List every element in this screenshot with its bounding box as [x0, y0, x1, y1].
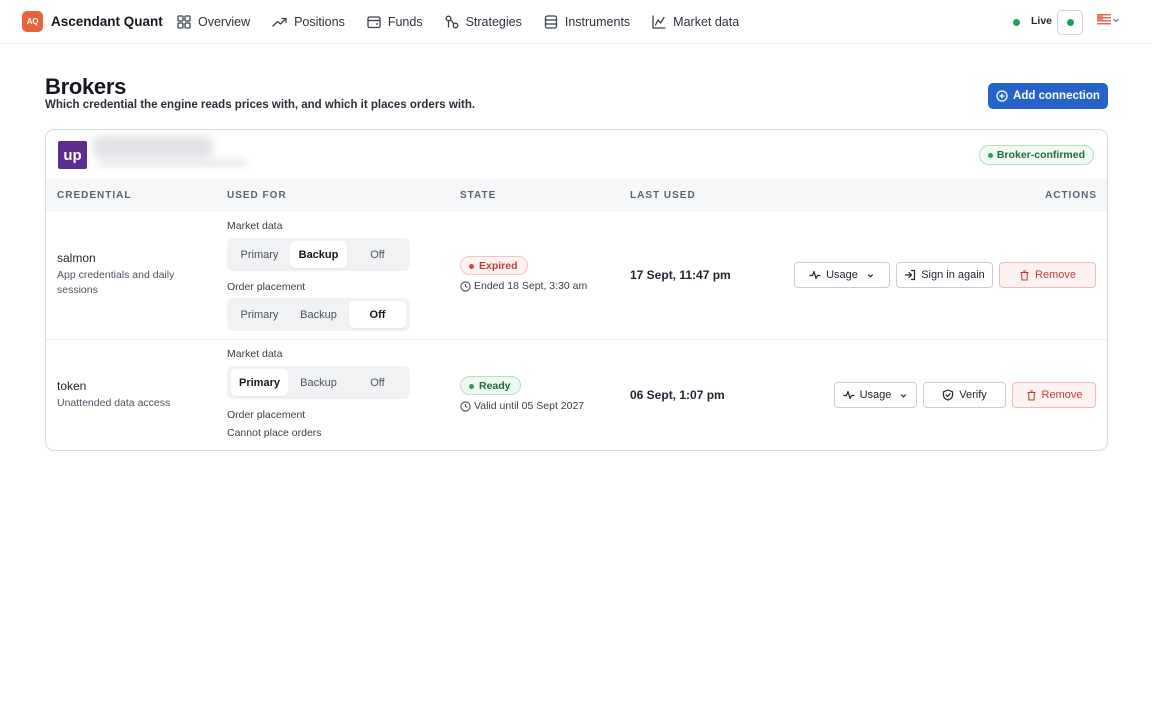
nav-item-label: Market data	[673, 15, 740, 29]
column-header-state: STATE	[460, 190, 497, 201]
market-data-selector: Primary Backup Off	[227, 238, 410, 271]
market-data-label: Market data	[227, 220, 283, 232]
trend-icon	[272, 17, 287, 27]
chart-icon	[652, 15, 666, 29]
nav-item-label: Positions	[294, 15, 345, 29]
sign-in-again-label: Sign in again	[921, 269, 985, 281]
add-connection-label: Add connection	[1013, 90, 1100, 102]
nav-item-label: Strategies	[465, 15, 522, 29]
broker-name-redacted	[93, 136, 213, 158]
market-data-label: Market data	[227, 348, 283, 360]
table-header: CREDENTIAL USED FOR STATE LAST USED ACTI…	[46, 178, 1107, 212]
broker-detail-redacted	[98, 158, 248, 168]
shield-check-icon	[943, 389, 954, 401]
sign-in-again-button[interactable]: Sign in again	[896, 262, 993, 288]
chevron-down-icon	[901, 393, 907, 398]
clock-icon	[460, 400, 471, 412]
nav-item-strategies[interactable]: Strategies	[445, 12, 522, 32]
broker-logo: up	[58, 141, 87, 169]
option-off[interactable]: Off	[349, 301, 406, 328]
option-backup[interactable]: Backup	[290, 369, 347, 396]
column-header-credential: CREDENTIAL	[57, 190, 132, 201]
last-used-value: 17 Sept, 11:47 pm	[630, 268, 731, 282]
credential-name: salmon	[57, 251, 96, 265]
market-data-selector: Primary Backup Off	[227, 366, 410, 399]
connection-status-button[interactable]	[1057, 10, 1083, 35]
sign-in-icon	[905, 269, 916, 281]
state-note: Valid until 05 Sept 2027	[460, 400, 584, 412]
column-header-last-used: LAST USED	[630, 190, 696, 201]
add-connection-button[interactable]: Add connection	[988, 83, 1108, 109]
broker-confirmed-badge: Broker-confirmed	[978, 145, 1094, 165]
broker-card: up Broker-confirmed CREDENTIAL USED FOR …	[45, 129, 1108, 451]
activity-icon	[809, 270, 821, 280]
usage-dropdown-button[interactable]: Usage	[794, 262, 890, 288]
order-placement-label: Order placement	[227, 409, 306, 421]
status-dot-icon	[1067, 19, 1074, 26]
usage-label: Usage	[826, 269, 858, 281]
nav-item-market-data[interactable]: Market data	[652, 12, 739, 32]
nav-item-label: Overview	[198, 15, 251, 29]
plus-circle-icon	[996, 90, 1008, 102]
option-primary[interactable]: Primary	[231, 241, 288, 268]
nav-item-funds[interactable]: Funds	[367, 12, 423, 32]
option-primary[interactable]: Primary	[231, 301, 288, 328]
page-title: Brokers	[45, 74, 127, 99]
chevron-down-icon	[867, 273, 874, 278]
activity-icon	[842, 390, 855, 400]
nav-item-label: Funds	[387, 15, 423, 29]
remove-label: Remove	[1035, 269, 1076, 281]
state-note-text: Ended 18 Sept, 3:30 am	[474, 280, 588, 292]
wallet-icon	[367, 16, 381, 29]
remove-button[interactable]: Remove	[1012, 382, 1096, 408]
option-backup[interactable]: Backup	[290, 241, 347, 268]
option-off[interactable]: Off	[349, 241, 406, 268]
last-used-value: 06 Sept, 1:07 pm	[630, 388, 725, 402]
clock-icon	[460, 280, 471, 292]
order-placement-selector: Primary Backup Off	[227, 298, 410, 331]
status-badge: Ready	[460, 376, 521, 395]
credential-name: token	[57, 379, 87, 393]
state-note: Ended 18 Sept, 3:30 am	[460, 280, 587, 292]
brand-name: Ascendant Quant	[51, 14, 163, 29]
brand[interactable]: AQ Ascendant Quant	[22, 11, 163, 32]
column-header-used-for: USED FOR	[227, 190, 287, 201]
flag-icon	[1097, 14, 1111, 26]
option-primary[interactable]: Primary	[231, 369, 288, 396]
remove-label: Remove	[1041, 389, 1083, 401]
grid-icon	[177, 15, 191, 29]
column-header-actions: ACTIONS	[1045, 190, 1097, 201]
page-subtitle: Which credential the engine reads prices…	[45, 99, 476, 111]
row-divider	[46, 339, 1107, 340]
live-indicator-dot	[1013, 19, 1020, 26]
live-label: Live	[1031, 15, 1053, 27]
nav-item-positions[interactable]: Positions	[272, 12, 345, 32]
top-navigation-bar: AQ Ascendant Quant Overview Positions Fu…	[0, 0, 1152, 44]
chevron-down-icon	[1113, 18, 1119, 23]
credential-description: Unattended data access	[57, 397, 171, 409]
option-backup[interactable]: Backup	[290, 301, 347, 328]
verify-button[interactable]: Verify	[923, 382, 1006, 408]
state-note-text: Valid until 05 Sept 2027	[474, 400, 585, 412]
remove-button[interactable]: Remove	[999, 262, 1096, 288]
nav-item-label: Instruments	[564, 15, 631, 29]
trash-icon	[1027, 389, 1036, 401]
usage-dropdown-button[interactable]: Usage	[834, 382, 917, 408]
strategy-icon	[445, 15, 459, 29]
main-nav: Overview Positions Funds Strategies Inst…	[177, 12, 761, 32]
order-placement-label: Order placement	[227, 281, 306, 293]
order-placement-note: Cannot place orders	[227, 427, 322, 439]
option-off[interactable]: Off	[349, 369, 406, 396]
broker-logo-text: up	[63, 146, 82, 164]
locale-menu-button[interactable]	[1097, 14, 1121, 26]
verify-label: Verify	[959, 389, 987, 401]
database-icon	[544, 15, 558, 29]
brand-logo: AQ	[22, 11, 43, 32]
status-badge: Expired	[460, 256, 528, 275]
nav-item-instruments[interactable]: Instruments	[544, 12, 630, 32]
trash-icon	[1020, 269, 1029, 281]
credential-description: App credentials and daily sessions	[57, 269, 175, 296]
nav-item-overview[interactable]: Overview	[177, 12, 250, 32]
usage-label: Usage	[859, 389, 892, 401]
